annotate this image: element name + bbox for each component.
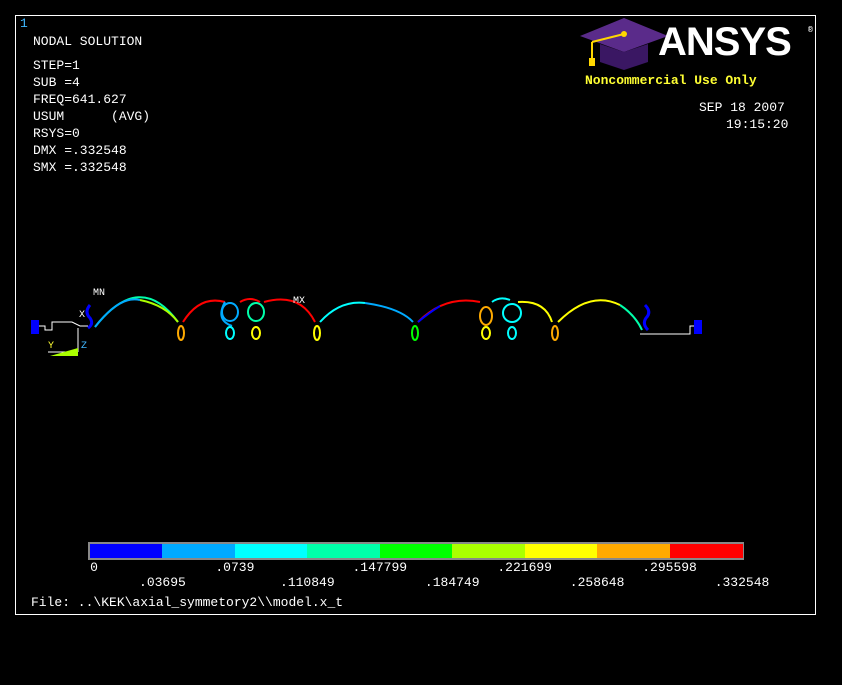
left-end-flange	[31, 320, 39, 334]
cell-arc-3	[263, 298, 316, 323]
legend-swatch	[90, 544, 163, 558]
triad-y-label: Y	[48, 341, 55, 352]
legend-swatch	[669, 544, 743, 558]
triad-x-label: X	[79, 310, 86, 321]
legend-swatch	[162, 544, 236, 558]
cell-arc-4	[319, 301, 366, 323]
left-beam-pipe	[39, 321, 88, 331]
right-end-flange	[694, 320, 702, 334]
cell-arc-2	[182, 299, 226, 323]
right-beam-pipe	[640, 325, 694, 335]
file-path-label: File: ..\KEK\axial_symmetory2\\model.x_t	[31, 595, 344, 610]
legend-value-label: .147799	[352, 560, 408, 575]
cell-arc-5	[417, 299, 481, 323]
legend-swatch	[452, 544, 526, 558]
cell-arc-6	[517, 300, 553, 323]
legend-value-label: .0739	[215, 560, 255, 575]
legend-value-label: .110849	[280, 575, 335, 590]
left-coupler	[85, 304, 94, 330]
legend-value-label: .295598	[642, 560, 697, 575]
legend-swatch	[597, 544, 671, 558]
legend-swatch	[234, 544, 308, 558]
contour-legend-bar	[88, 542, 744, 560]
legend-value-label: .221699	[497, 560, 552, 575]
legend-value-label: 0	[90, 560, 98, 575]
legend-value-label: .258648	[569, 575, 625, 590]
min-marker-label: MN	[93, 288, 106, 299]
legend-value-label: .03695	[139, 575, 186, 590]
legend-value-label: .332548	[714, 575, 770, 590]
legend-swatch	[524, 544, 598, 558]
max-marker-label: MX	[293, 296, 306, 307]
legend-value-label: .184749	[424, 575, 480, 590]
legend-swatch	[307, 544, 381, 558]
triad-z-label: Z	[81, 341, 88, 352]
cell-arc-7	[557, 299, 621, 323]
right-coupler	[642, 303, 651, 332]
legend-swatch	[379, 544, 453, 558]
